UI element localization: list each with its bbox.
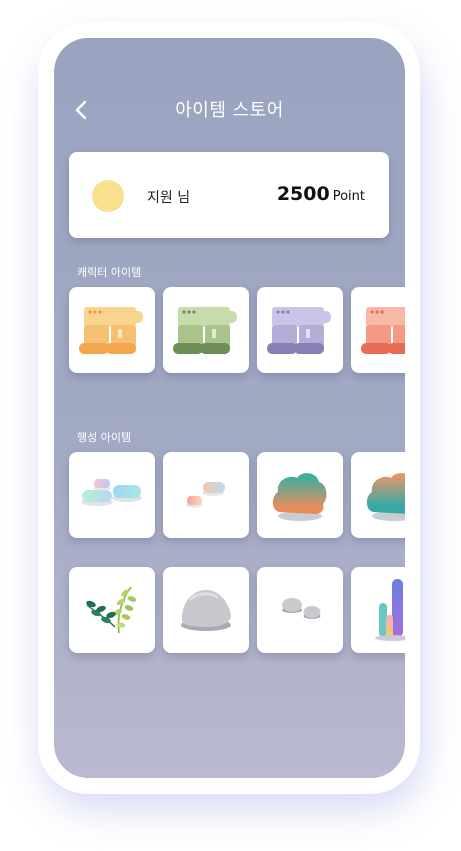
teal-bush-icon <box>366 473 405 521</box>
cloud-platforms-icon <box>81 479 142 506</box>
point-balance: 2500 Point <box>277 183 365 205</box>
item-tile[interactable] <box>69 287 155 373</box>
item-tile[interactable] <box>69 567 155 653</box>
item-tile[interactable] <box>163 287 249 373</box>
item-tile[interactable] <box>351 567 405 653</box>
section-title-character: 캐릭터 아이템 <box>77 266 142 279</box>
item-tile[interactable] <box>69 452 155 538</box>
point-value: 2500 <box>276 183 330 205</box>
item-tile[interactable] <box>257 287 343 373</box>
page-title: 아이템 스토어 <box>175 100 284 121</box>
user-name: 지원 님 <box>147 190 191 206</box>
green-boots-icon <box>173 307 237 354</box>
screen: 아이템 스토어 지원 님 2500 Point 캐릭터 아이템 행성 아이템 <box>54 38 405 778</box>
item-tile[interactable] <box>351 452 405 538</box>
small-cloud-icon <box>186 482 225 508</box>
crystal-plant-icon <box>375 579 405 641</box>
coral-boots-icon <box>361 307 405 354</box>
rock-icon <box>181 589 231 631</box>
item-tile[interactable] <box>257 567 343 653</box>
purple-boots-icon <box>267 307 331 354</box>
item-tile[interactable] <box>257 452 343 538</box>
teal-orange-bush-icon <box>272 473 327 521</box>
section-title-planet: 행성 아이템 <box>77 431 132 444</box>
point-card: 지원 님 2500 Point <box>69 152 389 238</box>
item-tile[interactable] <box>351 287 405 373</box>
avatar <box>92 180 124 212</box>
orange-boots-icon <box>79 307 143 354</box>
item-tile[interactable] <box>163 567 249 653</box>
item-tile[interactable] <box>163 452 249 538</box>
fern-plant-icon <box>86 586 137 634</box>
pebbles-icon <box>282 598 321 619</box>
point-unit: Point <box>332 189 365 204</box>
